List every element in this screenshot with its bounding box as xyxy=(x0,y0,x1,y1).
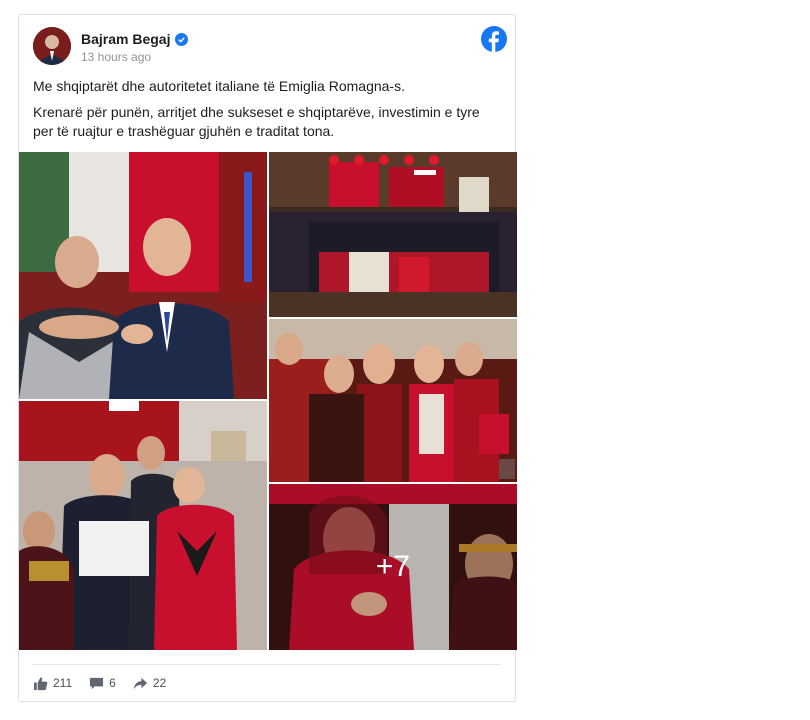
post-photo-3[interactable] xyxy=(269,319,517,482)
post-photo-1[interactable] xyxy=(19,152,267,399)
thumbs-up-icon xyxy=(33,676,48,690)
verified-badge-icon xyxy=(175,32,189,46)
comment-count[interactable]: 6 xyxy=(89,676,116,691)
comment-count-value: 6 xyxy=(109,676,116,690)
post-timestamp[interactable]: 13 hours ago xyxy=(81,50,151,64)
post-paragraph: Me shqiptarët dhe autoritetet italiane t… xyxy=(33,78,405,94)
author-name[interactable]: Bajram Begaj xyxy=(81,31,170,47)
post-photo-5[interactable]: +7 xyxy=(269,484,517,650)
share-arrow-icon xyxy=(133,677,147,689)
like-count[interactable]: 211 xyxy=(33,676,72,691)
engagement-stats: 211 6 22 xyxy=(33,673,183,693)
divider xyxy=(33,664,501,665)
facebook-logo-icon[interactable] xyxy=(481,26,507,52)
share-count[interactable]: 22 xyxy=(133,676,166,691)
post-paragraph: Krenarë për punën, arritjet dhe sukseset… xyxy=(33,104,480,139)
post-card: Bajram Begaj 13 hours ago Me shqiptarët … xyxy=(18,14,517,702)
more-photos-overlay[interactable]: +7 xyxy=(269,484,517,650)
post-photo-2[interactable] xyxy=(269,152,517,317)
author-name-row: Bajram Begaj xyxy=(81,31,189,47)
avatar-image xyxy=(33,27,71,65)
post-text: Me shqiptarët dhe autoritetet italiane t… xyxy=(33,77,503,148)
share-count-value: 22 xyxy=(152,676,167,690)
author-avatar[interactable] xyxy=(33,27,71,65)
comment-icon xyxy=(90,677,104,689)
like-count-value: 211 xyxy=(53,676,73,690)
post-photo-4[interactable] xyxy=(19,401,267,650)
